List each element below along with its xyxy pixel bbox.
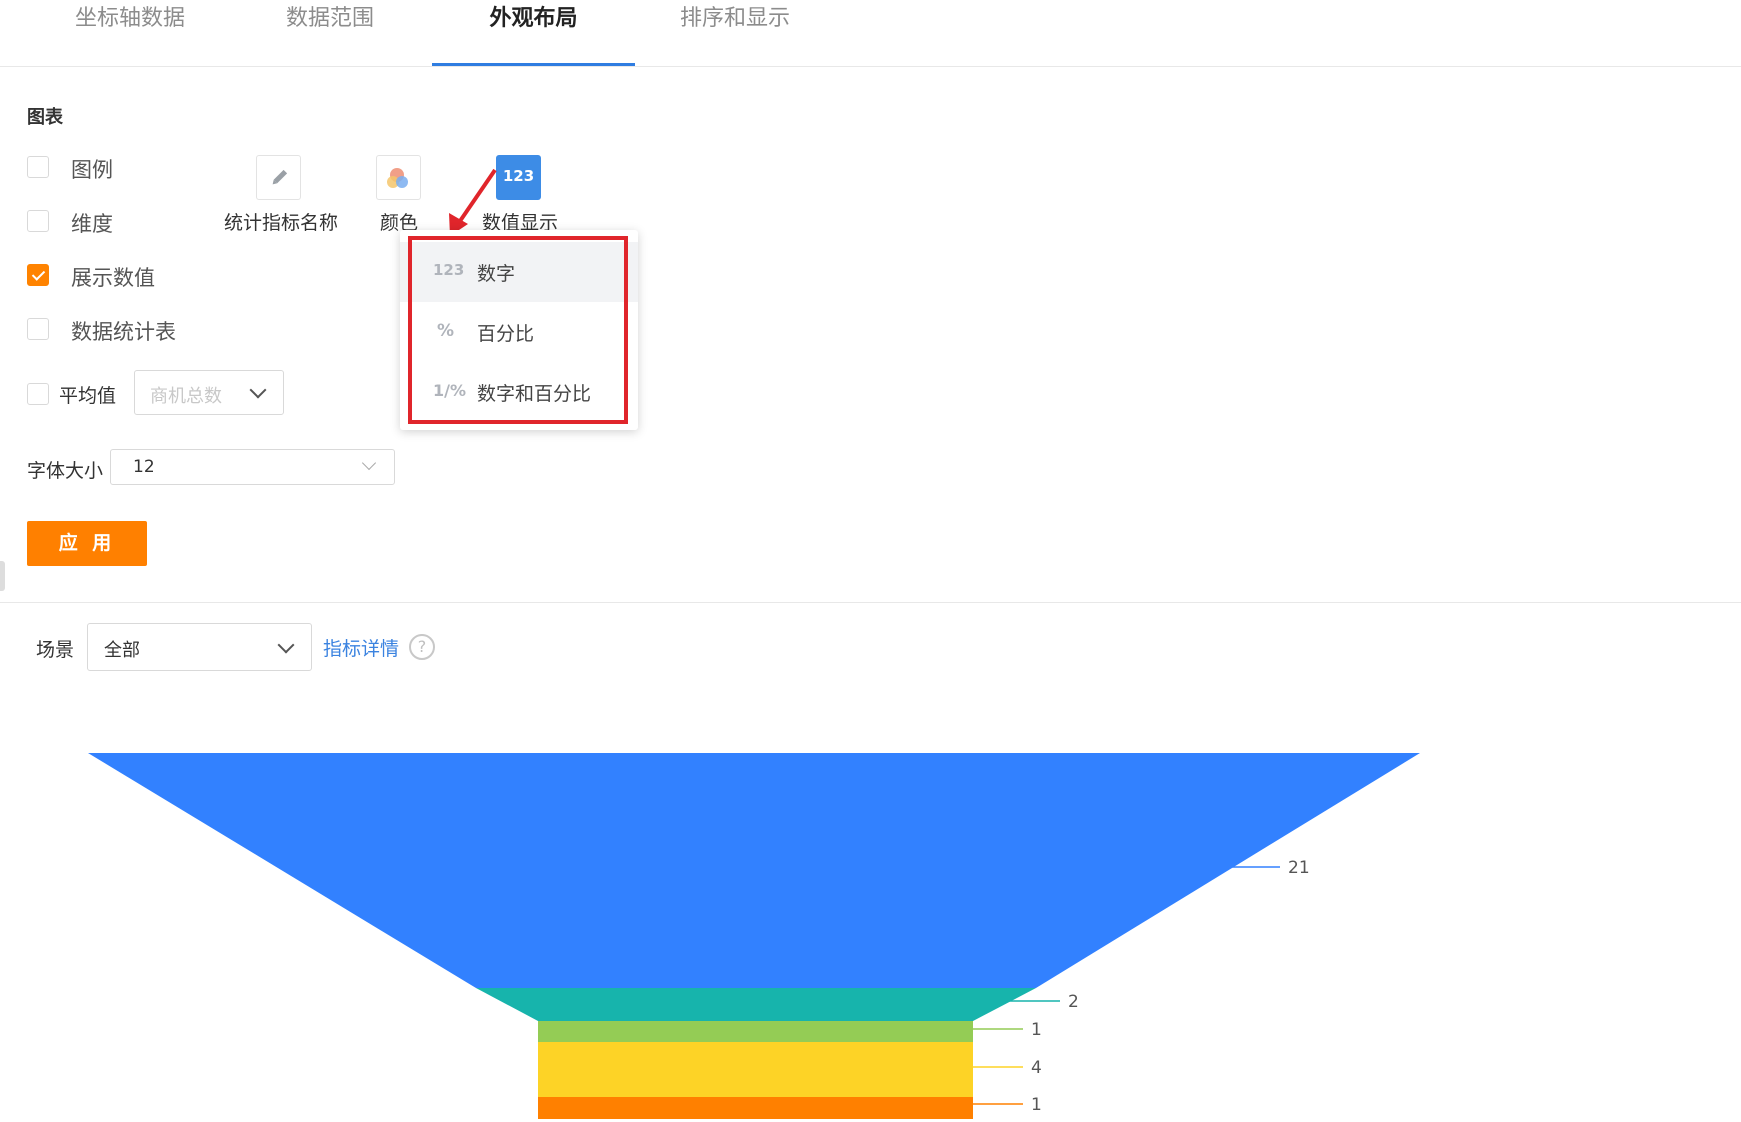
funnel-segment bbox=[538, 1042, 973, 1097]
data-label: 21 bbox=[1288, 858, 1310, 878]
tab-bar: 坐标轴数据 数据范围 外观布局 排序和显示 bbox=[0, 0, 1741, 67]
average-metric-select[interactable]: 商机总数 bbox=[134, 370, 284, 415]
data-label: 1 bbox=[1031, 1020, 1042, 1040]
show-values-checkbox[interactable] bbox=[27, 264, 49, 286]
panel-resize-handle[interactable] bbox=[0, 561, 5, 591]
metric-name-button[interactable] bbox=[256, 155, 301, 200]
tab-axis-data[interactable]: 坐标轴数据 bbox=[55, 0, 205, 66]
average-label: 平均值 bbox=[59, 385, 117, 407]
annotation-highlight-box bbox=[408, 236, 628, 424]
metric-detail-link[interactable]: 指标详情 bbox=[323, 634, 399, 661]
font-size-value: 12 bbox=[133, 457, 155, 477]
scene-value: 全部 bbox=[104, 640, 140, 661]
chevron-down-icon bbox=[361, 455, 377, 471]
data-label: 1 bbox=[1031, 1095, 1042, 1115]
pencil-icon bbox=[272, 169, 288, 185]
chevron-down-icon bbox=[277, 636, 295, 654]
funnel-segment bbox=[88, 753, 1420, 988]
value-display-button[interactable]: 123 bbox=[496, 155, 541, 200]
dimension-label: 维度 bbox=[71, 212, 113, 236]
legend-label: 图例 bbox=[71, 158, 113, 182]
metric-name-label: 统计指标名称 bbox=[224, 212, 339, 234]
active-tab-indicator bbox=[432, 63, 635, 66]
tab-sort-display[interactable]: 排序和显示 bbox=[655, 0, 815, 66]
font-size-select[interactable]: 12 bbox=[110, 449, 395, 485]
average-checkbox[interactable] bbox=[27, 383, 49, 405]
number-format-icon: 123 bbox=[502, 167, 535, 185]
scene-select[interactable]: 全部 bbox=[87, 623, 312, 671]
funnel-segment bbox=[538, 1021, 973, 1042]
dimension-checkbox[interactable] bbox=[27, 210, 49, 232]
font-size-label: 字体大小 bbox=[27, 460, 104, 482]
funnel-chart: 212141 bbox=[88, 753, 1420, 1119]
palette-icon bbox=[387, 168, 408, 188]
legend-checkbox[interactable] bbox=[27, 156, 49, 178]
funnel-segment bbox=[538, 1097, 973, 1119]
help-icon[interactable]: ? bbox=[409, 634, 435, 660]
funnel-segment bbox=[476, 988, 1036, 1021]
stats-table-checkbox[interactable] bbox=[27, 318, 49, 340]
data-label: 4 bbox=[1031, 1058, 1042, 1078]
scene-label: 场景 bbox=[36, 639, 75, 661]
data-label: 2 bbox=[1068, 992, 1079, 1012]
apply-button[interactable]: 应 用 bbox=[27, 521, 147, 566]
chevron-down-icon bbox=[249, 381, 267, 399]
average-select-placeholder: 商机总数 bbox=[150, 386, 222, 407]
show-values-label: 展示数值 bbox=[71, 266, 155, 290]
tab-appearance-layout[interactable]: 外观布局 bbox=[432, 0, 635, 66]
color-button[interactable] bbox=[376, 155, 421, 200]
section-title: 图表 bbox=[27, 107, 63, 128]
divider bbox=[0, 602, 1741, 603]
tab-data-range[interactable]: 数据范围 bbox=[255, 0, 405, 66]
stats-table-label: 数据统计表 bbox=[71, 320, 176, 344]
